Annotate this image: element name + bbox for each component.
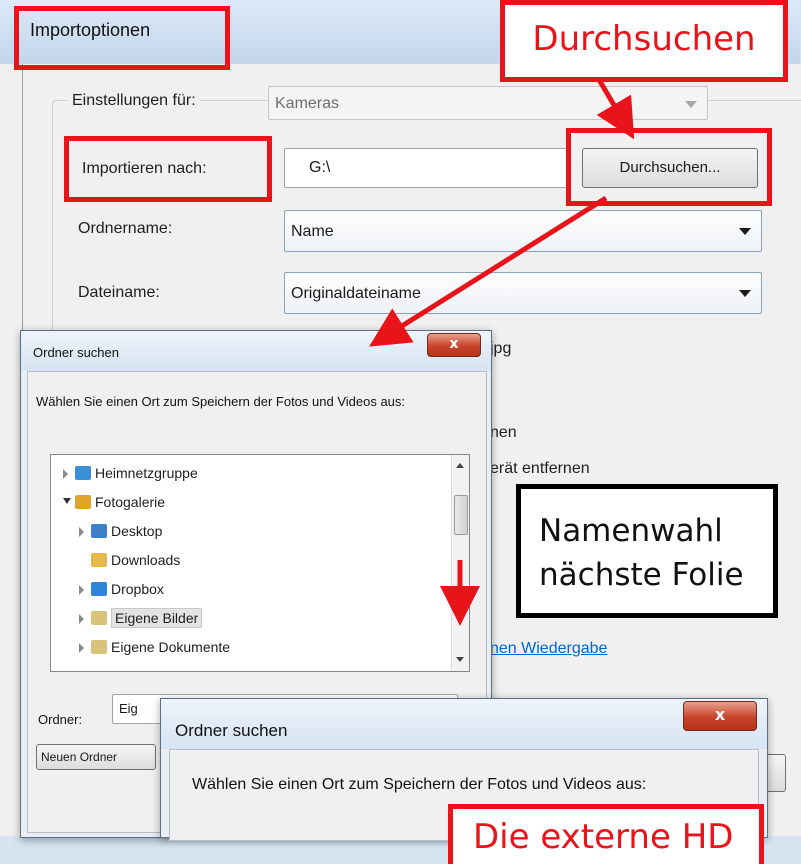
- annotation-arrows: [369, 76, 635, 626]
- arrow-to-folder-dialog: [369, 195, 608, 347]
- arrow-to-browse: [595, 76, 635, 140]
